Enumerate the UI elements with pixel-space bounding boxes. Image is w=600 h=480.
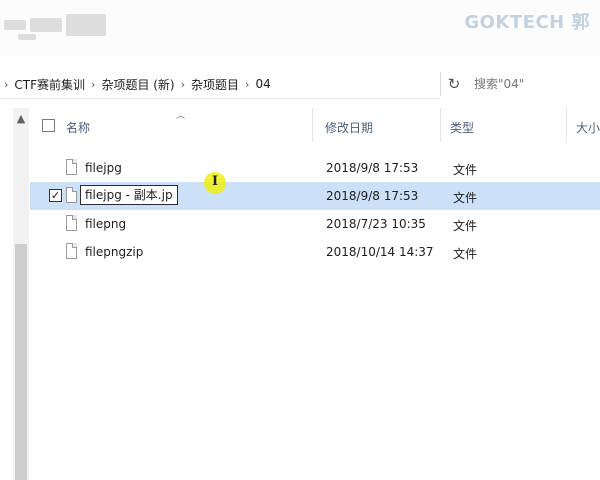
- file-row[interactable]: filejpg 2018/9/8 17:53 文件: [30, 154, 600, 182]
- file-type: 文件: [453, 191, 478, 205]
- breadcrumb-item[interactable]: 04: [253, 77, 272, 91]
- column-divider[interactable]: [312, 108, 313, 142]
- search-input[interactable]: [466, 72, 600, 96]
- rename-input-text: filejpg - 副本.jp: [85, 188, 173, 202]
- breadcrumb-item[interactable]: 杂项题目: [189, 76, 241, 93]
- sort-up-icon: ︿: [176, 111, 186, 121]
- column-header-row: ︿ 名称 修改日期 类型 大小: [30, 108, 600, 146]
- file-name[interactable]: filejpg: [85, 161, 122, 175]
- file-icon: [66, 215, 77, 231]
- refresh-icon[interactable]: ↻: [440, 72, 468, 96]
- file-type: 文件: [453, 219, 478, 233]
- column-header-name[interactable]: 名称: [66, 119, 90, 136]
- file-row[interactable]: filepng 2018/7/23 10:35 文件: [30, 210, 600, 238]
- file-icon: [66, 159, 77, 175]
- breadcrumb-separator-icon[interactable]: ›: [0, 78, 12, 91]
- window-top-band: GOKTECH 郭: [0, 0, 600, 58]
- column-header-type[interactable]: 类型: [450, 119, 474, 136]
- file-row[interactable]: filepngzip 2018/10/14 14:37 文件: [30, 238, 600, 266]
- blurred-title-area: [4, 14, 124, 44]
- scroll-thumb[interactable]: [15, 244, 27, 480]
- breadcrumb-item[interactable]: CTF赛前集训: [12, 76, 87, 93]
- vertical-scrollbar[interactable]: ▲: [13, 108, 29, 480]
- file-date: 2018/9/8 17:53: [326, 161, 419, 175]
- file-row[interactable]: ✓ filejpg - 副本.jp 2018/9/8 17:53 文件: [30, 182, 600, 210]
- watermark-logo: GOKTECH 郭: [464, 12, 590, 33]
- column-divider[interactable]: [440, 108, 441, 142]
- address-bar[interactable]: › CTF赛前集训 › 杂项题目 (新) › 杂项题目 › 04: [0, 70, 440, 99]
- breadcrumb-separator-icon[interactable]: ›: [87, 78, 99, 91]
- breadcrumb-separator-icon[interactable]: ›: [241, 78, 253, 91]
- row-checkbox[interactable]: ✓: [49, 189, 62, 202]
- column-header-size[interactable]: 大小: [576, 119, 600, 136]
- select-all-checkbox[interactable]: [42, 119, 55, 132]
- file-type: 文件: [453, 247, 478, 261]
- breadcrumb-separator-icon[interactable]: ›: [177, 78, 189, 91]
- file-icon: [66, 187, 77, 203]
- file-name[interactable]: filepngzip: [85, 245, 143, 259]
- file-type: 文件: [453, 163, 478, 177]
- breadcrumb-item[interactable]: 杂项题目 (新): [99, 76, 176, 93]
- scroll-up-icon[interactable]: ▲: [13, 112, 29, 125]
- file-name[interactable]: filepng: [85, 217, 126, 231]
- file-date: 2018/7/23 10:35: [326, 217, 426, 231]
- rename-input[interactable]: filejpg - 副本.jp: [80, 185, 178, 205]
- column-header-date[interactable]: 修改日期: [325, 119, 373, 136]
- file-list: filejpg 2018/9/8 17:53 文件 ✓ filejpg - 副本.jp 2…: [30, 154, 600, 266]
- file-icon: [66, 243, 77, 259]
- text-cursor-icon: I: [212, 174, 219, 189]
- column-divider[interactable]: [566, 108, 567, 142]
- file-date: 2018/9/8 17:53: [326, 189, 419, 203]
- file-date: 2018/10/14 14:37: [326, 245, 434, 259]
